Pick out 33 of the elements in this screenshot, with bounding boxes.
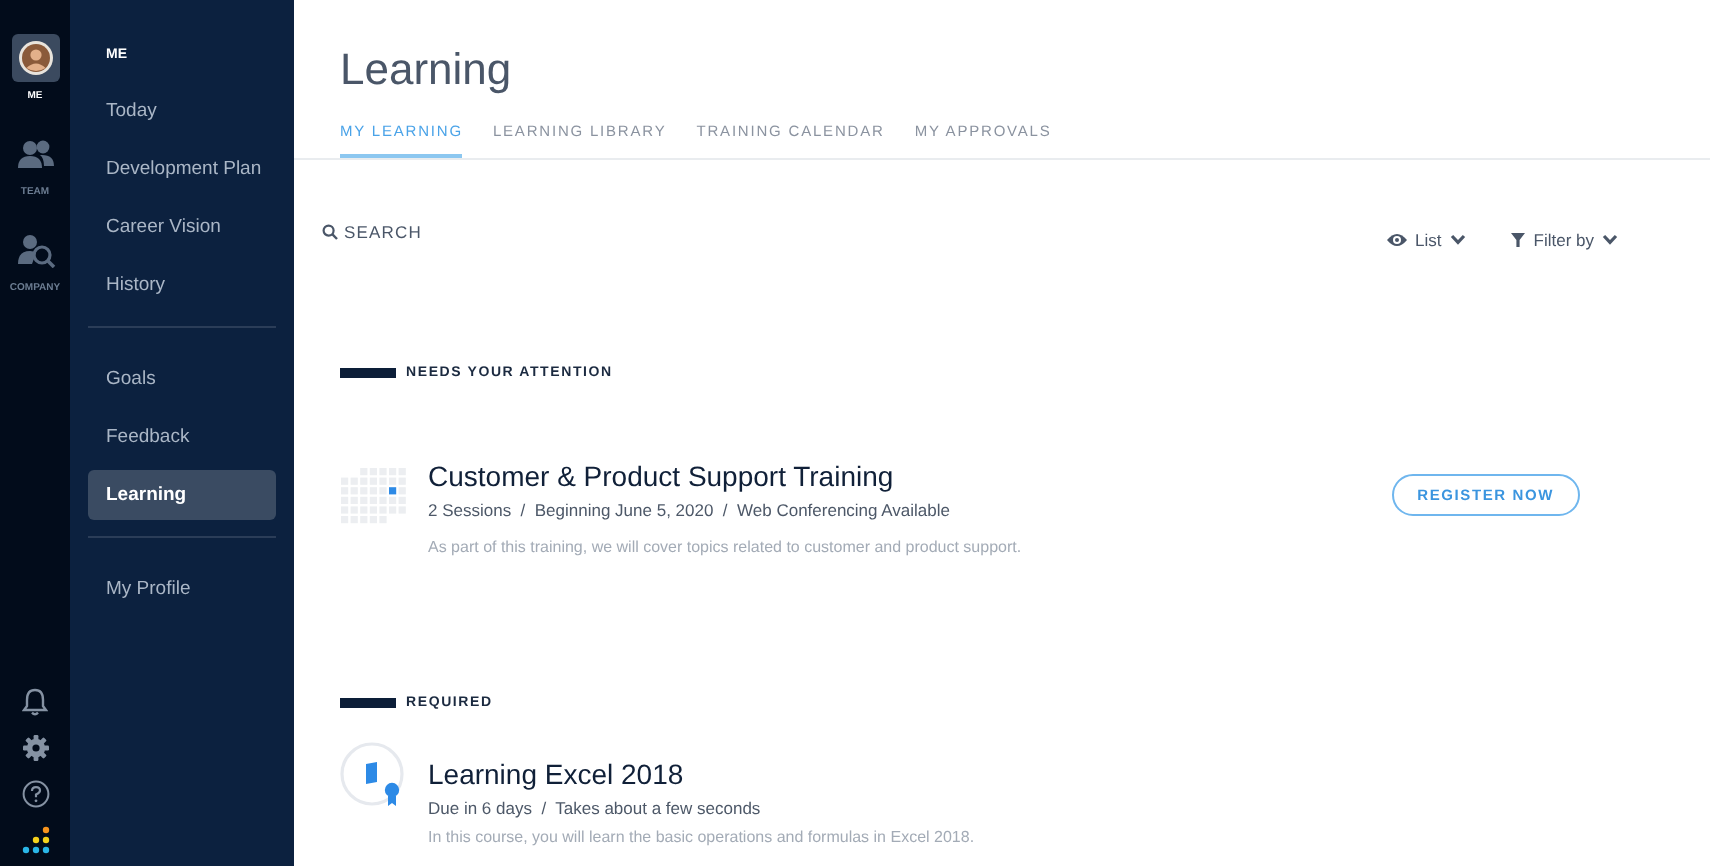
filter-dropdown[interactable]: Filter by <box>1509 230 1618 250</box>
course-meta: 2 Sessions / Beginning June 5, 2020 / Web Conferencing Available <box>428 500 952 520</box>
course-description: As part of this training, we will cover topics related to customer and product support. <box>428 538 1024 556</box>
sidebar-item[interactable]: My Profile <box>88 564 276 614</box>
team-icon <box>15 138 55 170</box>
course-title: Customer & Product Support Training <box>428 460 896 492</box>
sidebar-item[interactable]: Career Vision <box>88 202 276 252</box>
eye-icon <box>1385 232 1408 248</box>
sidebar-item[interactable]: History <box>88 260 276 310</box>
avatar-icon <box>17 40 53 76</box>
bell-icon[interactable] <box>22 688 48 716</box>
chevron-down-icon <box>1449 234 1466 246</box>
course-description: In this course, you will learn the basic operations and formulas in Excel 2018. <box>428 828 977 846</box>
settings-icon[interactable] <box>21 734 49 762</box>
sidebar-item[interactable]: Today <box>88 86 276 136</box>
view-dropdown[interactable]: List <box>1385 230 1466 250</box>
book-badge-icon <box>340 742 408 810</box>
sidebar-item[interactable]: Development Plan <box>88 144 276 194</box>
filter-icon <box>1509 232 1526 248</box>
section-marker <box>340 698 396 708</box>
chevron-down-icon <box>1602 234 1618 246</box>
course-meta: Due in 6 days / Takes about a few seconds <box>428 798 763 818</box>
course-title: Learning Excel 2018 <box>428 758 686 790</box>
search-icon <box>322 224 338 240</box>
sidebar-item[interactable]: Learning <box>88 470 276 520</box>
sidebar-item[interactable]: Feedback <box>88 412 276 462</box>
dots-logo-icon <box>19 826 51 854</box>
page-title: Learning <box>340 44 514 96</box>
search-button[interactable]: SEARCH <box>322 222 423 242</box>
section-marker <box>340 368 396 378</box>
person-search-icon <box>15 232 55 268</box>
help-icon[interactable] <box>21 780 49 808</box>
sidebar-item[interactable]: Goals <box>88 354 276 404</box>
